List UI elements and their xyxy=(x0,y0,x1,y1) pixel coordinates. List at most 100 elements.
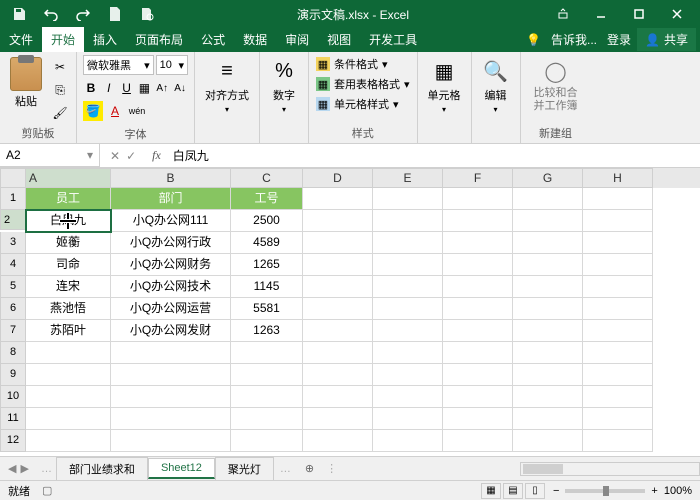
row-header[interactable]: 4 xyxy=(0,254,26,276)
col-header-G[interactable]: G xyxy=(513,168,583,188)
cell[interactable] xyxy=(443,254,513,276)
cell[interactable]: 小Q办公网技术 xyxy=(111,276,231,298)
font-size-select[interactable]: 10▾ xyxy=(156,55,188,75)
cell[interactable]: 苏陌叶 xyxy=(26,320,111,342)
row-header[interactable]: 12 xyxy=(0,430,26,452)
cell[interactable] xyxy=(583,386,653,408)
fill-color-button[interactable]: 🪣 xyxy=(83,101,103,121)
paste-button[interactable]: 粘贴 xyxy=(6,55,46,111)
format-painter-icon[interactable]: 🖌 xyxy=(50,103,70,123)
row-header[interactable]: 6 xyxy=(0,298,26,320)
undo-icon[interactable] xyxy=(40,3,62,25)
cell[interactable] xyxy=(443,276,513,298)
cell[interactable] xyxy=(373,408,443,430)
cell[interactable] xyxy=(111,342,231,364)
cell[interactable] xyxy=(513,298,583,320)
cell[interactable] xyxy=(303,320,373,342)
row-header[interactable]: 1 xyxy=(0,188,26,210)
cell[interactable] xyxy=(111,364,231,386)
zoom-out-icon[interactable]: − xyxy=(553,485,559,497)
cell[interactable] xyxy=(303,298,373,320)
compare-merge-button[interactable]: ◯比较和合并工作簿 xyxy=(527,55,585,115)
new-icon[interactable] xyxy=(104,3,126,25)
grow-font-button[interactable]: A↑ xyxy=(154,78,170,98)
login-button[interactable]: 登录 xyxy=(601,27,637,52)
zoom-in-icon[interactable]: + xyxy=(651,485,657,497)
col-header-H[interactable]: H xyxy=(583,168,653,188)
sheet-nav-next-icon[interactable]: ▶ xyxy=(20,462,28,475)
col-header-A[interactable]: A xyxy=(26,168,111,188)
row-header[interactable]: 11 xyxy=(0,408,26,430)
cell[interactable] xyxy=(303,276,373,298)
conditional-format-button[interactable]: ▦条件格式 ▾ xyxy=(315,55,411,73)
underline-button[interactable]: U xyxy=(119,78,135,98)
sheet-tab-active[interactable]: Sheet12 xyxy=(148,458,215,479)
cell[interactable] xyxy=(583,210,653,232)
cell[interactable]: 小Q办公网行政 xyxy=(111,232,231,254)
bold-button[interactable]: B xyxy=(83,78,99,98)
cell[interactable]: 燕池悟 xyxy=(26,298,111,320)
cell[interactable]: 连宋 xyxy=(26,276,111,298)
cell[interactable] xyxy=(513,430,583,452)
cell[interactable] xyxy=(373,320,443,342)
cell[interactable] xyxy=(513,320,583,342)
cell[interactable] xyxy=(373,276,443,298)
page-break-view-icon[interactable]: ▯ xyxy=(525,483,545,499)
horizontal-scrollbar[interactable] xyxy=(520,462,700,476)
cell[interactable]: 司命 xyxy=(26,254,111,276)
formula-input[interactable]: 白凤九 xyxy=(167,147,700,164)
cell[interactable] xyxy=(373,386,443,408)
cell[interactable]: 4589 xyxy=(231,232,303,254)
tab-insert[interactable]: 插入 xyxy=(84,27,126,52)
cell[interactable] xyxy=(303,210,373,232)
cell[interactable] xyxy=(303,408,373,430)
cell[interactable]: 小Q办公网运营 xyxy=(111,298,231,320)
cell[interactable]: 小Q办公网111 xyxy=(111,210,231,232)
maximize-icon[interactable] xyxy=(622,3,656,25)
edit-button[interactable]: 🔍编辑▾ xyxy=(478,55,514,116)
cell[interactable] xyxy=(231,386,303,408)
cell[interactable] xyxy=(373,430,443,452)
cell[interactable]: 5581 xyxy=(231,298,303,320)
cell[interactable] xyxy=(111,408,231,430)
cell[interactable] xyxy=(513,342,583,364)
cell[interactable] xyxy=(303,188,373,210)
cell[interactable]: 1263 xyxy=(231,320,303,342)
print-preview-icon[interactable] xyxy=(136,3,158,25)
italic-button[interactable]: I xyxy=(101,78,117,98)
sheet-tab[interactable]: 部门业绩求和 xyxy=(56,457,148,480)
row-header[interactable]: 9 xyxy=(0,364,26,386)
col-header-B[interactable]: B xyxy=(111,168,231,188)
fx-icon[interactable]: fx xyxy=(146,148,167,163)
cell[interactable] xyxy=(303,254,373,276)
sheet-nav-prev-icon[interactable]: ◀ xyxy=(8,462,16,475)
col-header-F[interactable]: F xyxy=(443,168,513,188)
cell[interactable] xyxy=(111,430,231,452)
cell[interactable] xyxy=(111,386,231,408)
alignment-button[interactable]: ≡对齐方式▾ xyxy=(201,55,253,116)
cell[interactable]: 2500 xyxy=(231,210,303,232)
tab-review[interactable]: 审阅 xyxy=(276,27,318,52)
cell[interactable] xyxy=(303,232,373,254)
cell[interactable] xyxy=(443,386,513,408)
cell[interactable] xyxy=(583,320,653,342)
cell[interactable] xyxy=(513,210,583,232)
cell[interactable] xyxy=(513,188,583,210)
cell[interactable] xyxy=(303,364,373,386)
page-layout-view-icon[interactable]: ▤ xyxy=(503,483,523,499)
row-header[interactable]: 10 xyxy=(0,386,26,408)
new-sheet-icon[interactable]: ⊕ xyxy=(297,462,322,475)
phonetic-button[interactable]: wén xyxy=(127,101,147,121)
save-icon[interactable] xyxy=(8,3,30,25)
font-color-button[interactable]: A xyxy=(105,101,125,121)
cell[interactable]: 1145 xyxy=(231,276,303,298)
enter-formula-icon[interactable]: ✓ xyxy=(126,149,136,163)
cell[interactable]: 小Q办公网财务 xyxy=(111,254,231,276)
cell[interactable] xyxy=(26,386,111,408)
copy-icon[interactable]: ⎘ xyxy=(50,80,70,100)
share-button[interactable]: 👤共享 xyxy=(637,28,696,51)
cell[interactable] xyxy=(231,430,303,452)
zoom-slider[interactable] xyxy=(565,489,645,493)
cells-button[interactable]: ▦单元格▾ xyxy=(424,55,465,116)
cell[interactable] xyxy=(513,386,583,408)
